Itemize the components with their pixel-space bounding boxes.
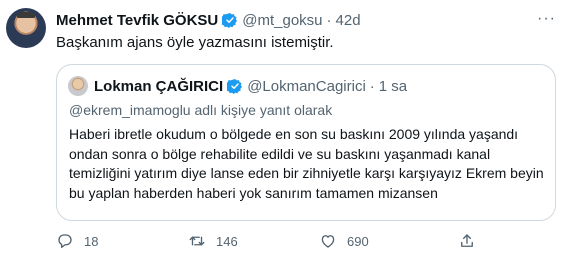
author-name[interactable]: Mehmet Tevfik GÖKSU [56,12,218,29]
like-count: 690 [347,233,369,249]
reply-button[interactable]: 18 [56,232,98,250]
retweet-button[interactable]: 146 [188,232,238,250]
more-dots-icon[interactable]: ··· [537,10,556,28]
action-bar: 18 146 690 [56,230,536,252]
tweet-text: Başkanım ajans öyle yazmasını istemiştir… [56,34,334,51]
quoted-author-name: Lokman ÇAĞIRICI [94,77,224,95]
share-icon [461,234,473,247]
reply-to-label: @ekrem_imamoglu adlı kişiye yanıt olarak [69,102,333,118]
quoted-tweet[interactable]: Lokman ÇAĞIRICI @LokmanCagirici · 1 sa @… [56,64,556,221]
quoted-text: Haberi ibretle okudum o bölgede en son s… [69,126,544,201]
tweet-time[interactable]: 42d [336,12,361,29]
share-button[interactable] [458,232,476,250]
tweet-header: Mehmet Tevfik GÖKSU @mt_goksu · 42d ··· [56,10,556,30]
retweet-icon [189,236,205,246]
verified-badge-icon [227,79,243,94]
separator-dot: · [369,77,375,95]
retweet-count: 146 [216,233,238,249]
author-avatar[interactable] [6,8,46,48]
reply-icon [58,234,72,249]
separator-dot: · [326,11,332,29]
quoted-author-handle: @LokmanCagirici [247,77,366,95]
like-button[interactable]: 690 [319,232,369,250]
reply-count: 18 [84,233,99,249]
author-handle[interactable]: @mt_goksu [242,12,322,29]
verified-badge-icon [222,13,238,28]
like-icon [321,235,335,248]
quoted-author-avatar [68,76,88,96]
quoted-time: 1 sa [378,77,408,95]
quoted-header: Lokman ÇAĞIRICI @LokmanCagirici · 1 sa [68,75,545,97]
